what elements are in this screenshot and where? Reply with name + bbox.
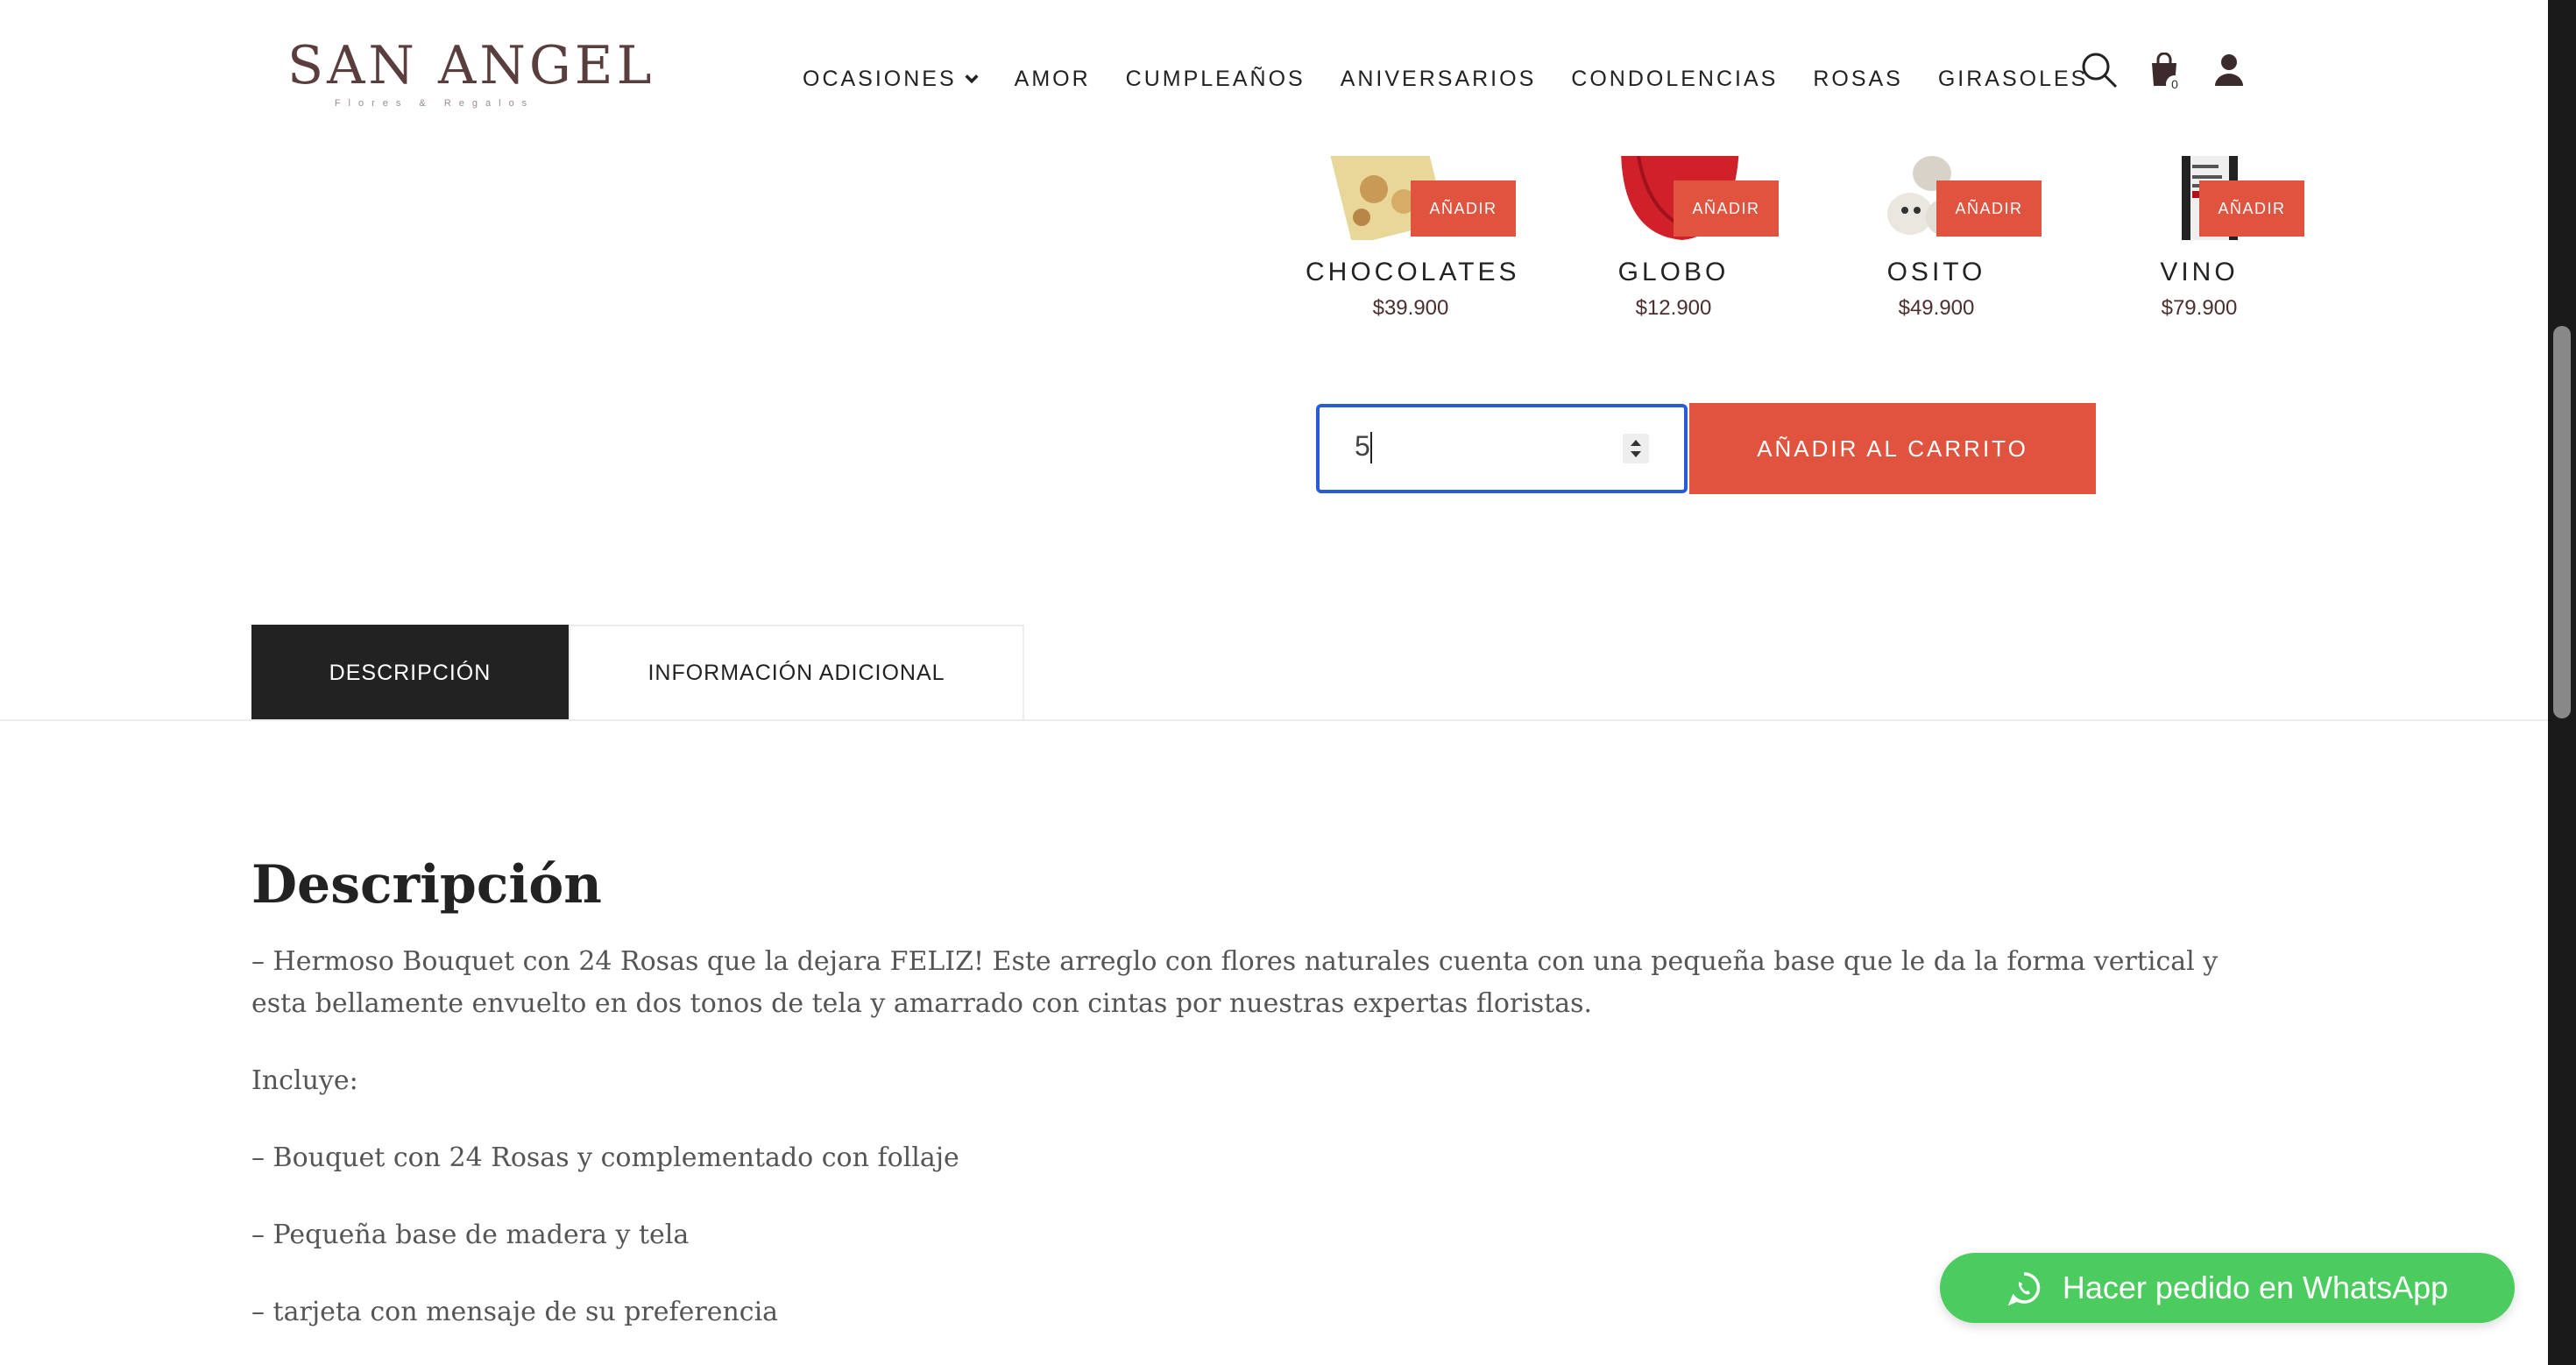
scrollbar-thumb[interactable] xyxy=(2553,326,2571,718)
description-title: Descripción xyxy=(251,854,602,916)
addon-price: $12.900 xyxy=(1635,296,1712,320)
account-button[interactable] xyxy=(2208,49,2250,91)
nav-item-ocasiones[interactable]: OCASIONES xyxy=(803,67,980,92)
logo-name: SAN ANGEL xyxy=(287,35,655,96)
addon-price: $39.900 xyxy=(1372,296,1449,320)
cart-button[interactable]: 0 xyxy=(2143,49,2185,93)
site-header: SAN ANGEL Flores & Regalos OCASIONES AMO… xyxy=(0,0,2548,156)
addon-price: $79.900 xyxy=(2161,296,2238,320)
user-icon xyxy=(2215,54,2243,86)
quantity-value: 5 xyxy=(1355,430,1370,462)
nav-item-label: OCASIONES xyxy=(803,66,957,91)
addon-name: CHOCOLATES xyxy=(1306,258,1520,286)
addon-name: GLOBO xyxy=(1617,258,1730,286)
tabs-divider xyxy=(0,719,2548,721)
logo[interactable]: SAN ANGEL Flores & Regalos xyxy=(287,35,655,114)
search-icon xyxy=(2082,53,2118,88)
text-caret xyxy=(1370,432,1372,463)
add-addon-button[interactable]: AÑADIR xyxy=(1936,180,2042,237)
spin-arrows-icon xyxy=(1631,440,1641,457)
addon-name: OSITO xyxy=(1886,258,1986,286)
nav-item-girasoles[interactable]: GIRASOLES xyxy=(1938,67,2089,92)
add-addon-button[interactable]: AÑADIR xyxy=(1674,180,1779,237)
addon-card-chocolates: AÑADIR CHOCOLATES $39.900 xyxy=(1306,156,1516,331)
tab-descripcion[interactable]: DESCRIPCIÓN xyxy=(251,625,569,721)
addon-card-vino: AÑADIR VINO $79.900 xyxy=(2094,156,2304,331)
nav-item-condolencias[interactable]: CONDOLENCIAS xyxy=(1571,67,1778,92)
nav-item-cumpleanos[interactable]: CUMPLEAÑOS xyxy=(1126,67,1306,92)
addon-card-osito: AÑADIR OSITO $49.900 xyxy=(1831,156,2042,331)
whatsapp-order-button[interactable]: Hacer pedido en WhatsApp xyxy=(1940,1253,2515,1323)
description-paragraph: Incluye: xyxy=(251,1065,358,1096)
add-addon-button[interactable]: AÑADIR xyxy=(2199,180,2304,237)
addon-card-globo: AÑADIR GLOBO $12.900 xyxy=(1568,156,1779,331)
chevron-down-icon xyxy=(965,74,979,84)
add-addon-button[interactable]: AÑADIR xyxy=(1411,180,1516,237)
nav-item-amor[interactable]: AMOR xyxy=(1015,67,1091,92)
description-paragraph: – Hermoso Bouquet con 24 Rosas que la de… xyxy=(251,946,2219,1019)
add-to-cart-button[interactable]: AÑADIR AL CARRITO xyxy=(1689,403,2096,494)
nav-item-rosas[interactable]: ROSAS xyxy=(1813,67,1903,92)
description-list-item: – Pequeña base de madera y tela xyxy=(251,1220,690,1250)
addon-price: $49.900 xyxy=(1898,296,1975,320)
header-actions: 0 xyxy=(2078,49,2273,93)
whatsapp-label: Hacer pedido en WhatsApp xyxy=(2062,1270,2449,1305)
main-nav: OCASIONES AMOR CUMPLEAÑOS ANIVERSARIOS C… xyxy=(803,53,2123,105)
tab-informacion-adicional[interactable]: INFORMACIÓN ADICIONAL xyxy=(569,625,1024,721)
logo-tagline: Flores & Regalos xyxy=(334,98,535,109)
addon-name: VINO xyxy=(2160,258,2239,286)
whatsapp-icon xyxy=(2007,1272,2041,1305)
addon-products: AÑADIR CHOCOLATES $39.900 AÑADIR GLOBO $… xyxy=(1306,156,2322,331)
quantity-spin-buttons[interactable] xyxy=(1623,434,1649,463)
cart-count-badge: 0 xyxy=(2166,75,2183,93)
nav-item-aniversarios[interactable]: ANIVERSARIOS xyxy=(1341,67,1537,92)
description-list-item: – Bouquet con 24 Rosas y complementado c… xyxy=(251,1142,959,1173)
search-button[interactable] xyxy=(2078,49,2120,91)
quantity-stepper[interactable]: 5 xyxy=(1316,404,1688,493)
